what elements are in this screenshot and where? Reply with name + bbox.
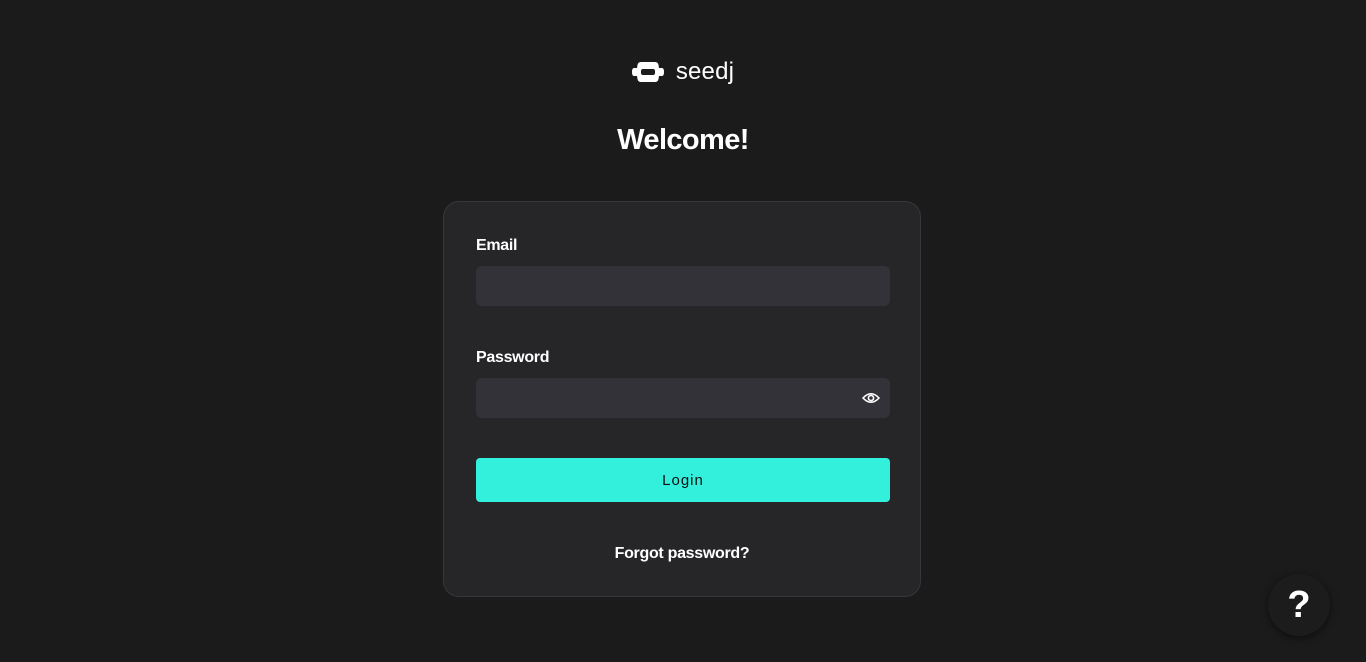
question-mark-icon: ? — [1287, 583, 1311, 626]
brand-header: seedj — [0, 58, 1366, 86]
eye-icon[interactable] — [860, 388, 882, 408]
email-label: Email — [476, 237, 518, 254]
help-button[interactable]: ? — [1268, 574, 1330, 636]
brand-name: seedj — [675, 58, 735, 85]
forgot-password-link[interactable]: Forgot password? — [444, 545, 920, 563]
login-button[interactable]: Login — [476, 458, 890, 502]
password-label: Password — [476, 349, 550, 366]
page-title: Welcome! — [617, 124, 749, 156]
login-page: seedj Welcome! Email Password Login Forg… — [0, 0, 1366, 662]
login-card: Email Password Login Forgot password? — [443, 201, 921, 597]
password-field[interactable] — [476, 378, 890, 418]
email-field[interactable] — [476, 266, 890, 306]
seedj-logo-icon — [631, 62, 664, 82]
